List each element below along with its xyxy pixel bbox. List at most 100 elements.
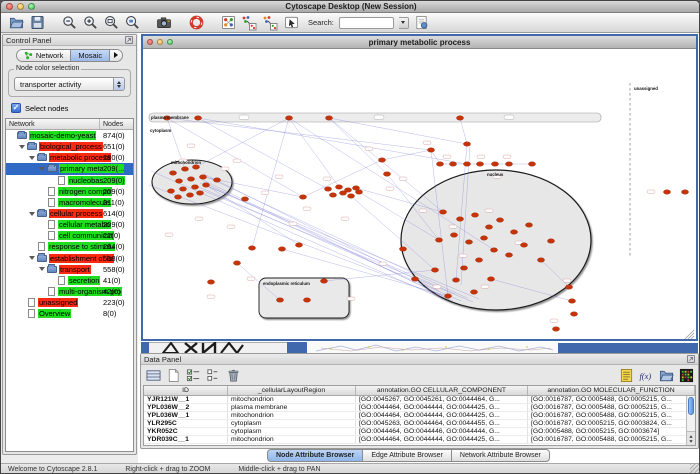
network-node[interactable]: [248, 246, 255, 251]
network-edge[interactable]: [252, 118, 289, 248]
network-node[interactable]: [456, 217, 463, 222]
copy-style-icon[interactable]: [241, 15, 257, 31]
attribute-table-header[interactable]: ID_cellularLayoutRegionannotation.GO CEL…: [144, 386, 695, 396]
network-node[interactable]: [439, 210, 446, 215]
table-row[interactable]: YDR039C__1mitochondrion[GO:0044464, GO:0…: [144, 436, 695, 444]
column-header[interactable]: annotation.GO MOLECULAR_FUNCTION: [528, 386, 695, 395]
network-node[interactable]: [496, 218, 503, 223]
more-tabs-button[interactable]: [109, 50, 122, 61]
disclosure-triangle-icon[interactable]: [39, 167, 45, 171]
network-node[interactable]: [663, 190, 670, 195]
network-node[interactable]: [456, 116, 463, 121]
network-node[interactable]: [179, 187, 186, 192]
tree-row[interactable]: nitrogen compo209(0): [6, 186, 133, 197]
paste-style-icon[interactable]: [262, 15, 278, 31]
tree-row[interactable]: establishment of lo558(0): [6, 253, 133, 264]
node-color-combo[interactable]: transporter activity: [14, 77, 125, 91]
network-node[interactable]: [399, 247, 406, 252]
network-node[interactable]: [199, 175, 206, 180]
network-node[interactable]: [276, 298, 283, 303]
tree-row[interactable]: cell communicat22(0): [6, 230, 133, 241]
search-input[interactable]: [339, 17, 394, 29]
tree-row[interactable]: metabolic process280(0): [6, 152, 133, 163]
column-header[interactable]: ID: [144, 386, 228, 395]
combo-stepper[interactable]: [113, 78, 124, 90]
network-node[interactable]: [528, 162, 535, 167]
table-row[interactable]: YJR121W__1mitochondrion[GO:0045267, GO:0…: [144, 396, 695, 404]
network-node[interactable]: [191, 185, 198, 190]
resize-grip[interactable]: [690, 464, 700, 474]
new-attribute-icon[interactable]: [165, 367, 181, 383]
open-attribute-file-icon[interactable]: [658, 367, 674, 383]
zoom-out-icon[interactable]: [61, 15, 77, 31]
table-scrollbar[interactable]: [686, 396, 695, 445]
network-node[interactable]: [485, 225, 492, 230]
network-node[interactable]: [552, 327, 559, 332]
search-settings-icon[interactable]: [414, 15, 430, 31]
tree-row[interactable]: biological_process651(0): [6, 141, 133, 152]
network-node[interactable]: [202, 183, 209, 188]
network-view-titlebar[interactable]: primary metabolic process: [143, 36, 696, 49]
tree-row[interactable]: mosaic-demo-yeast874(0): [6, 130, 133, 141]
network-node[interactable]: [278, 247, 285, 252]
network-node[interactable]: [181, 167, 188, 172]
network-node[interactable]: [329, 193, 336, 198]
tab-edge-attribute-browser[interactable]: Edge Attribute Browser: [363, 449, 452, 462]
network-node[interactable]: [471, 213, 478, 218]
network-node[interactable]: [547, 239, 554, 244]
network-node[interactable]: [167, 189, 174, 194]
select-attributes-icon[interactable]: [185, 367, 201, 383]
zoom-selected-icon[interactable]: [124, 15, 140, 31]
scrollbar-thumb[interactable]: [688, 397, 694, 415]
save-icon[interactable]: [29, 15, 45, 31]
disclosure-triangle-icon[interactable]: [29, 256, 35, 260]
zoom-fit-icon[interactable]: [103, 15, 119, 31]
network-node[interactable]: [207, 280, 214, 285]
table-row[interactable]: YLR295Ccytoplasm[GO:0045263, GO:0044464,…: [144, 420, 695, 428]
network-edge[interactable]: [329, 118, 387, 174]
vizmapper-icon[interactable]: [220, 15, 236, 31]
tree-row[interactable]: Overview8(0): [6, 308, 133, 319]
network-node[interactable]: [285, 116, 292, 121]
camera-snapshot-icon[interactable]: [156, 15, 172, 31]
network-node[interactable]: [378, 158, 385, 163]
network-node[interactable]: [335, 185, 342, 190]
network-node[interactable]: [480, 236, 487, 241]
import-attributes-icon[interactable]: [618, 367, 634, 383]
network-node[interactable]: [411, 277, 418, 282]
network-node[interactable]: [476, 162, 483, 167]
open-file-icon[interactable]: [8, 15, 24, 31]
network-node[interactable]: [233, 261, 240, 266]
disclosure-triangle-icon[interactable]: [29, 156, 35, 160]
network-node[interactable]: [681, 190, 688, 195]
network-node[interactable]: [427, 148, 434, 153]
network-graph[interactable]: plasma membranecytoplasmmitochondrionnuc…: [143, 49, 696, 339]
network-edge[interactable]: [329, 118, 443, 212]
network-node[interactable]: [320, 279, 327, 284]
tree-row[interactable]: response to stimulu264(0): [6, 241, 133, 252]
tab-mosaic[interactable]: Mosaic: [70, 50, 109, 61]
tree-row[interactable]: primary metabo209(...: [6, 163, 133, 174]
network-node[interactable]: [570, 312, 577, 317]
network-node[interactable]: [465, 240, 472, 245]
network-node[interactable]: [487, 277, 494, 282]
network-node[interactable]: [325, 116, 332, 121]
network-node[interactable]: [510, 230, 517, 235]
float-panel-icon[interactable]: [687, 355, 695, 363]
network-node[interactable]: [565, 285, 572, 290]
network-node[interactable]: [449, 162, 456, 167]
tab-node-attribute-browser[interactable]: Node Attribute Browser: [267, 449, 363, 462]
network-node[interactable]: [383, 172, 390, 177]
network-node[interactable]: [196, 191, 203, 196]
tree-row[interactable]: transport558(0): [6, 264, 133, 275]
network-node[interactable]: [525, 223, 532, 228]
network-node[interactable]: [460, 266, 467, 271]
scrollbar-arrows[interactable]: [687, 431, 695, 445]
network-node[interactable]: [194, 116, 201, 121]
network-node[interactable]: [303, 298, 310, 303]
network-edge[interactable]: [382, 150, 431, 160]
network-node[interactable]: [568, 299, 575, 304]
network-node[interactable]: [491, 162, 498, 167]
table-row[interactable]: YKR052Ccytoplasm[GO:0044464, GO:0044446,…: [144, 428, 695, 436]
network-node[interactable]: [435, 238, 442, 243]
